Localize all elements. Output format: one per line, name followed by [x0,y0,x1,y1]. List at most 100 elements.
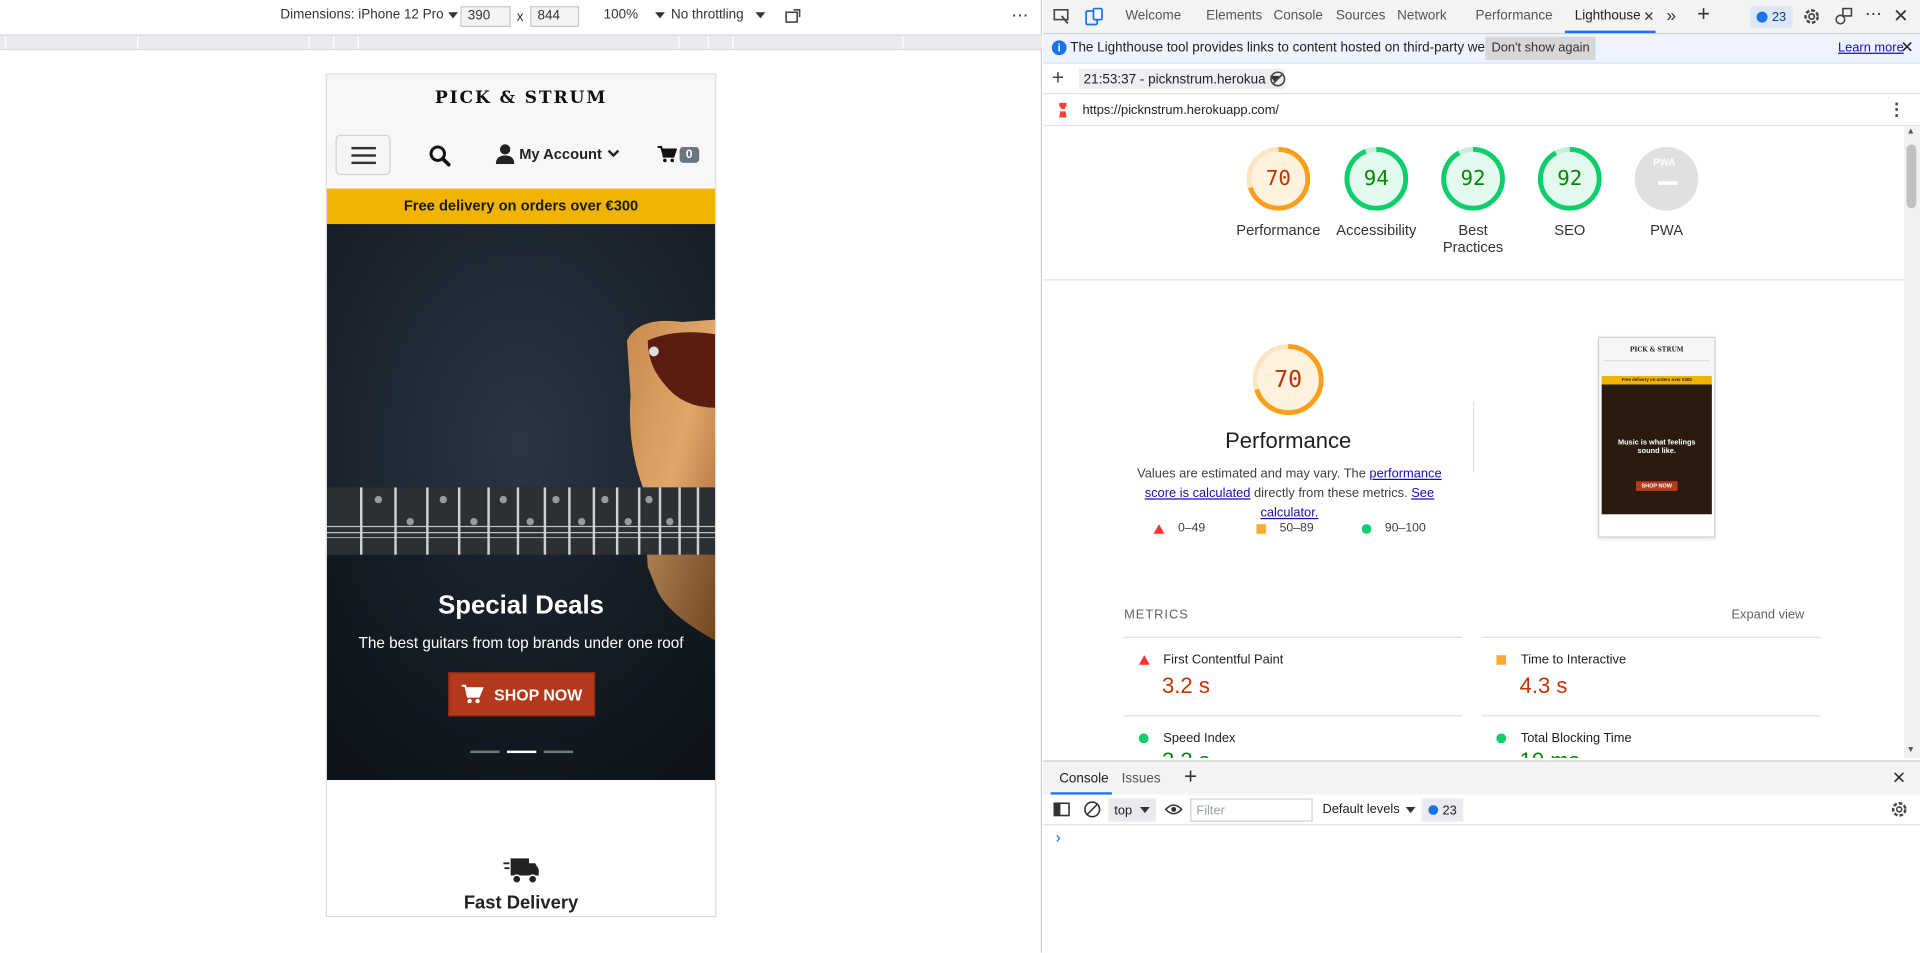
cart-button[interactable]: 0 [657,146,699,163]
cart-icon [461,684,484,704]
report-scrollbar[interactable] [1904,126,1920,758]
gauge-seo-score[interactable]: 92 [1537,167,1603,191]
feedback-icon[interactable] [1834,7,1853,25]
more-options-icon[interactable]: ⋯ [1865,4,1882,25]
gauge-best-practices-label[interactable]: Best Practices [1418,222,1528,256]
gauge-pwa-label[interactable]: PWA [1611,222,1721,239]
close-icon[interactable]: ✕ [1900,38,1913,58]
desc-text: Values are estimated and may vary. The [1137,466,1370,482]
site-logo[interactable]: PICK & STRUM [327,88,715,108]
chevron-down-icon [1139,806,1150,814]
throttling-label: No throttling [671,7,744,23]
tab-performance[interactable]: Performance [1476,9,1553,24]
more-options-icon[interactable]: ⋯ [1011,5,1029,26]
inspect-element-icon[interactable] [1053,9,1070,25]
shop-now-button[interactable]: SHOP NOW [448,672,596,717]
ruler-segment[interactable] [137,35,139,49]
ruler-segment[interactable] [707,35,709,49]
expand-view-toggle[interactable]: Expand view [1731,607,1804,622]
console-issues-counter[interactable]: 23 [1421,798,1463,822]
dimensions-dropdown[interactable]: Dimensions: iPhone 12 Pro [280,7,459,22]
gauge-best-practices-score[interactable]: 92 [1440,167,1506,191]
sidebar-toggle-icon[interactable] [1053,802,1070,817]
log-levels-label: Default levels [1322,802,1400,817]
tab-network[interactable]: Network [1397,9,1446,24]
clear-icon[interactable] [1270,71,1286,87]
gauge-seo-label[interactable]: SEO [1515,222,1625,239]
gear-icon[interactable] [1891,801,1908,818]
divider [1043,279,1905,281]
report-selector[interactable]: 21:53:37 - picknstrum.herokua [1078,68,1285,90]
drawer-tab-console[interactable]: Console [1059,771,1108,786]
rotate-icon[interactable] [785,9,802,25]
learn-more-link[interactable]: Learn more [1838,40,1904,55]
scroll-up-icon[interactable]: ▲ [1907,127,1915,136]
hero-title: Special Deals [438,591,604,620]
ruler-segment[interactable] [333,35,335,49]
ruler-segment[interactable] [902,35,904,49]
gear-icon[interactable] [1802,7,1820,25]
metric-tbt-value-clip: 10 ms [1520,748,1667,758]
ruler-segment[interactable] [678,35,680,49]
ruler-segment[interactable] [308,35,310,49]
add-tab-icon[interactable]: + [1184,764,1197,790]
tab-close-icon[interactable]: ✕ [1643,9,1654,25]
carousel-indicator[interactable] [470,750,500,754]
search-icon[interactable] [429,144,451,167]
scroll-down-icon[interactable]: ▼ [1907,746,1915,755]
media-query-ruler[interactable] [0,34,1043,51]
fail-triangle-icon [1138,655,1150,665]
dont-show-again-button[interactable]: Don't show again [1485,36,1596,61]
menu-toggle-button[interactable] [335,134,391,176]
tab-lighthouse[interactable]: Lighthouse [1575,9,1641,24]
add-tab-icon[interactable]: + [1697,1,1710,27]
tab-sources[interactable]: Sources [1336,9,1385,24]
new-report-icon[interactable]: + [1052,66,1064,90]
eye-icon[interactable] [1164,802,1183,817]
metric-tti-name: Time to Interactive [1520,652,1627,668]
scrollbar-thumb[interactable] [1906,144,1917,209]
gauge-performance-label[interactable]: Performance [1223,222,1333,239]
carousel-indicator-active[interactable] [506,750,537,754]
drawer-tab-issues[interactable]: Issues [1122,771,1161,786]
issues-counter[interactable]: 23 [1749,6,1793,29]
ruler-segment[interactable] [732,35,734,49]
chevron-down-icon [607,149,619,158]
ruler-segment[interactable] [357,35,359,49]
width-input[interactable]: 390 [460,6,511,27]
context-selector[interactable]: top [1108,798,1156,822]
console-prompt-icon[interactable]: › [1056,828,1061,846]
metric-tti-value: 4.3 s [1519,673,1568,698]
ruler-segment[interactable] [4,35,7,49]
close-devtools-icon[interactable]: ✕ [1893,5,1908,27]
hero-carousel[interactable]: Special Deals The best guitars from top … [326,224,716,781]
gauge-accessibility-score[interactable]: 94 [1343,167,1409,191]
console-filter-input[interactable]: Filter [1190,798,1313,822]
active-tab-indicator [1564,30,1656,34]
gauge-performance-score[interactable]: 70 [1245,167,1311,191]
throttling-dropdown[interactable]: No throttling [671,7,766,22]
tab-console[interactable]: Console [1273,9,1322,24]
tab-welcome[interactable]: Welcome [1125,9,1181,24]
log-levels-dropdown[interactable]: Default levels [1322,802,1416,817]
metric-fcp-name: First Contentful Paint [1163,652,1284,668]
close-drawer-icon[interactable]: ✕ [1892,768,1906,789]
final-screenshot[interactable]: PICK & STRUM Free delivery on orders ove… [1597,336,1716,538]
clear-console-icon[interactable] [1084,801,1101,818]
tab-elements[interactable]: Elements [1206,9,1262,24]
cart-icon [657,146,678,163]
device-toolbar-icon[interactable] [1085,7,1103,26]
thumb-header [1599,337,1715,376]
more-tabs-icon[interactable]: » [1667,5,1677,25]
height-input[interactable]: 844 [530,6,580,27]
report-label: 21:53:37 - picknstrum.herokua [1083,71,1266,87]
my-account-dropdown[interactable]: My Account [495,143,619,165]
gauge-accessibility-label[interactable]: Accessibility [1321,222,1431,239]
report-menu-icon[interactable]: ⋮ [1888,99,1905,120]
carousel-indicator[interactable] [543,750,574,754]
zoom-dropdown[interactable]: 100% [604,7,666,22]
audited-url[interactable]: https://picknstrum.herokuapp.com/ [1082,103,1279,118]
pwa-badge-text: PWA [1653,156,1676,168]
hero-subtitle: The best guitars from top brands under o… [358,634,684,652]
my-account-label: My Account [519,145,602,163]
